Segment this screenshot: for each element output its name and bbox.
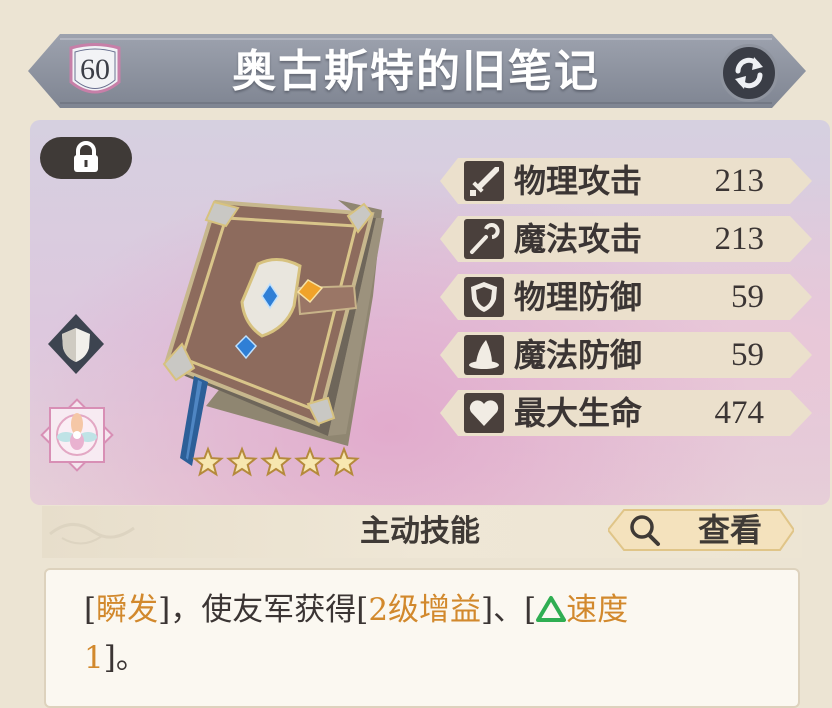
padlock-icon bbox=[74, 141, 98, 172]
swap-arrows-icon bbox=[735, 57, 763, 89]
stat-label: 魔法防御 bbox=[514, 336, 643, 374]
rarity-star-icon bbox=[328, 446, 360, 477]
lock-button[interactable] bbox=[40, 137, 132, 179]
stat-row-physical-defense: 物理防御 59 bbox=[440, 272, 812, 322]
stat-value: 213 bbox=[714, 221, 765, 257]
shield-icon bbox=[464, 277, 504, 317]
rarity-stars bbox=[192, 446, 360, 477]
keyword-instant: 瞬发 bbox=[96, 592, 159, 628]
sword-icon bbox=[464, 161, 504, 201]
wizard-hat-icon bbox=[464, 335, 504, 375]
heart-icon bbox=[464, 393, 504, 433]
rarity-star-icon bbox=[260, 446, 292, 477]
desc-text: ]、[ bbox=[481, 592, 537, 628]
item-title: 奥古斯特的旧笔记 bbox=[232, 46, 600, 97]
desc-text: ]。 bbox=[103, 640, 147, 676]
keyword-buff-level: 2级增益 bbox=[368, 592, 482, 628]
desc-text: [ bbox=[84, 592, 97, 628]
ornament-swirl-icon bbox=[49, 523, 135, 545]
lotus-emblem-icon bbox=[40, 398, 114, 472]
keyword-speed: 速度 bbox=[566, 592, 629, 628]
stat-row-magic-attack: 魔法攻击 213 bbox=[440, 214, 812, 264]
stat-row-magic-defense: 魔法防御 59 bbox=[440, 330, 812, 380]
swap-button[interactable] bbox=[720, 44, 778, 102]
skill-description: [瞬发]，使友军获得[2级增益]、[ 速度 1]。 bbox=[84, 586, 744, 682]
stat-row-physical-attack: 物理攻击 213 bbox=[440, 156, 812, 206]
speed-up-triangle-icon bbox=[536, 596, 567, 622]
shield-badge-icon bbox=[48, 314, 104, 374]
stat-label: 物理防御 bbox=[514, 278, 643, 316]
stat-label: 最大生命 bbox=[514, 394, 643, 432]
stat-label: 物理攻击 bbox=[514, 162, 643, 200]
view-button-label[interactable]: 查看 bbox=[680, 508, 780, 552]
rarity-star-icon bbox=[226, 446, 258, 477]
stat-value: 59 bbox=[731, 337, 764, 373]
desc-text: ]，使友军获得[ bbox=[158, 592, 369, 628]
level-number: 60 bbox=[80, 53, 110, 86]
stat-label: 魔法攻击 bbox=[514, 220, 643, 258]
rarity-star-icon bbox=[192, 446, 224, 477]
keyword-speed-value: 1 bbox=[84, 640, 104, 676]
stat-value: 474 bbox=[714, 395, 765, 431]
stat-value: 59 bbox=[731, 279, 764, 315]
stat-value: 213 bbox=[714, 163, 765, 199]
stat-row-max-hp: 最大生命 474 bbox=[440, 388, 812, 438]
rarity-star-icon bbox=[294, 446, 326, 477]
active-skill-title: 主动技能 bbox=[360, 514, 480, 549]
staff-icon bbox=[464, 219, 504, 259]
old-notebook-item-icon bbox=[162, 199, 384, 466]
